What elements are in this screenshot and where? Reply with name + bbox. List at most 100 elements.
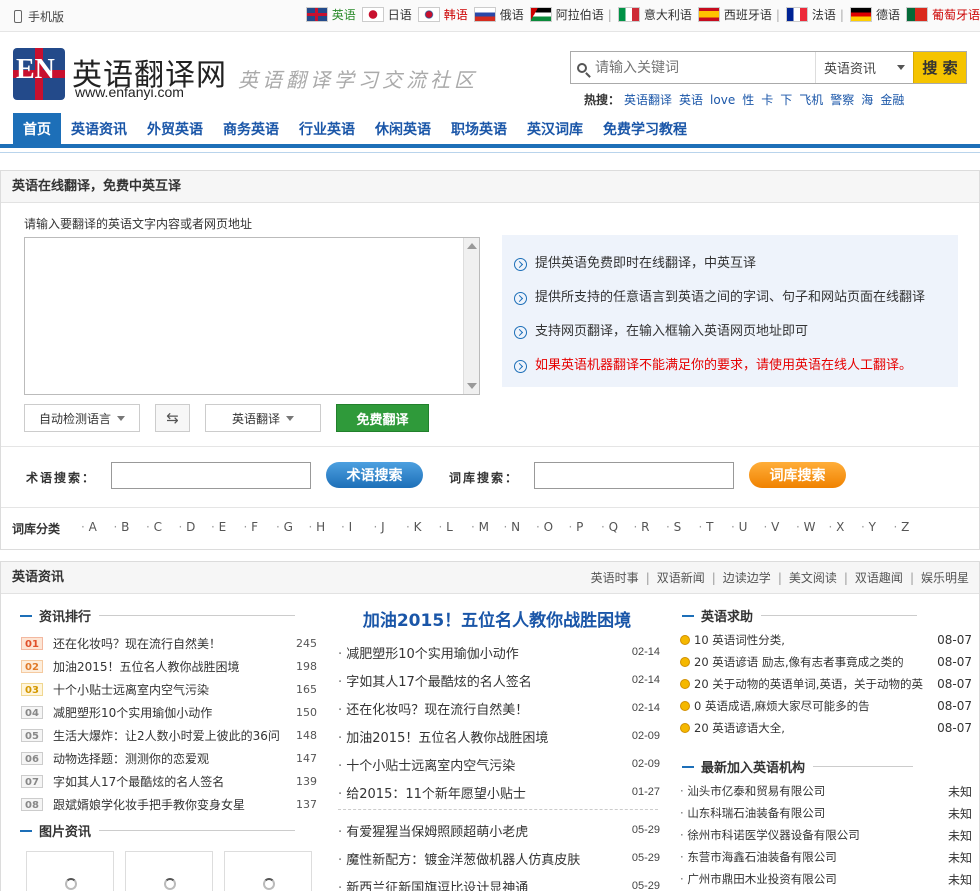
org-item[interactable]: 广州市鼎田木业投资有限公司未知 xyxy=(680,868,972,890)
qa-question[interactable]: 英语成语,麻烦大家尽可能多的告 xyxy=(705,699,870,713)
letter-link[interactable]: F xyxy=(244,520,277,534)
letter-link[interactable]: T xyxy=(699,520,732,534)
qa-title-link[interactable]: 20 关于动物的英语单词,英语，关于动物的英 xyxy=(694,676,932,692)
ranking-title-link[interactable]: 字如其人17个最酷炫的名人签名 xyxy=(53,773,293,790)
news-title-link[interactable]: 字如其人17个最酷炫的名人签名 xyxy=(338,671,622,690)
language-name[interactable]: 俄语 xyxy=(500,6,524,23)
hot-word-link[interactable]: 金融 xyxy=(880,93,904,107)
qa-item[interactable]: 20 英语谚语大全, 08-07 xyxy=(680,717,972,739)
news-item[interactable]: 十个小贴士远离室内空气污染 02-09 xyxy=(338,750,660,778)
news-title-link[interactable]: 十个小贴士远离室内空气污染 xyxy=(338,755,622,774)
mobile-version-link[interactable]: 手机版 xyxy=(14,8,64,25)
news-title-link[interactable]: 魔性新配方：镀金洋葱做机器人仿真皮肤 xyxy=(338,849,622,868)
ranking-title-link[interactable]: 还在化妆吗？现在流行自然美！ xyxy=(53,635,293,652)
site-logo[interactable]: EN xyxy=(13,48,65,100)
dict-search-button[interactable]: 词库搜索 xyxy=(749,462,846,488)
ranking-row[interactable]: 01 还在化妆吗？现在流行自然美！ 245 xyxy=(21,632,317,655)
language-name[interactable]: 法语 xyxy=(812,6,836,23)
qa-item[interactable]: 0 英语成语,麻烦大家尽可能多的告 08-07 xyxy=(680,695,972,717)
picture-thumb[interactable] xyxy=(26,851,114,891)
news-item[interactable]: 新西兰征新国旗逗比设计显神通 05-29 xyxy=(338,872,660,891)
qa-item[interactable]: 20 关于动物的英语单词,英语，关于动物的英 08-07 xyxy=(680,673,972,695)
qa-title-link[interactable]: 0 英语成语,麻烦大家尽可能多的告 xyxy=(694,698,932,714)
news-item[interactable]: 加油2015！五位名人教你战胜困境 02-09 xyxy=(338,722,660,750)
language-name[interactable]: 意大利语 xyxy=(644,6,692,23)
ranking-title-link[interactable]: 生活大爆炸：让2人数小时爱上彼此的36问 xyxy=(53,727,293,744)
textarea-scrollbar[interactable] xyxy=(463,238,479,394)
qa-title-link[interactable]: 20 英语谚语大全, xyxy=(694,720,932,736)
language-name[interactable]: 德语 xyxy=(876,6,900,23)
language-link-0[interactable]: 英语 xyxy=(305,6,356,23)
source-language-select[interactable]: 自动检测语言 xyxy=(24,404,140,432)
qa-question[interactable]: 英语词性分类, xyxy=(712,633,785,647)
headline-link[interactable]: 加油2015！五位名人教你战胜困境 xyxy=(336,606,658,631)
ranking-row[interactable]: 06 动物选择题：测测你的恋爱观 147 xyxy=(21,747,317,770)
letter-link[interactable]: D xyxy=(179,520,212,534)
hot-word-link[interactable]: 警察 xyxy=(830,93,854,107)
language-name[interactable]: 阿拉伯语 xyxy=(556,6,604,23)
ranking-title-link[interactable]: 减肥塑形10个实用瑜伽小动作 xyxy=(53,704,293,721)
language-link-2[interactable]: 韩语 xyxy=(417,6,468,23)
org-item[interactable]: 山东科瑞石油装备有限公司未知 xyxy=(680,802,972,824)
language-name[interactable]: 韩语 xyxy=(444,6,468,23)
subnav-link[interactable]: 娱乐明星 xyxy=(921,571,969,585)
ranking-title-link[interactable]: 跟斌婿娘学化妆手把手教你变身女星 xyxy=(53,796,293,813)
news-item[interactable]: 魔性新配方：镀金洋葱做机器人仿真皮肤 05-29 xyxy=(338,844,660,872)
nav-item-1[interactable]: 英语资讯 xyxy=(61,113,137,148)
letter-link[interactable]: Y xyxy=(861,520,894,534)
news-title-link[interactable]: 有爱猩猩当保姆照顾超萌小老虎 xyxy=(338,821,622,840)
language-name[interactable]: 英语 xyxy=(332,6,356,23)
news-title-link[interactable]: 加油2015！五位名人教你战胜困境 xyxy=(338,727,622,746)
nav-item-3[interactable]: 商务英语 xyxy=(213,113,289,148)
org-name-link[interactable]: 东营市海鑫石油装备有限公司 xyxy=(680,849,932,865)
ranking-row[interactable]: 04 减肥塑形10个实用瑜伽小动作 150 xyxy=(21,701,317,724)
hot-word-link[interactable]: 飞机 xyxy=(799,93,823,107)
qa-title-link[interactable]: 10 英语词性分类, xyxy=(694,632,932,648)
nav-item-8[interactable]: 免费学习教程 xyxy=(593,113,697,148)
letter-link[interactable]: Q xyxy=(601,520,634,534)
scroll-up-icon[interactable] xyxy=(467,243,477,249)
hot-word-link[interactable]: 英语 xyxy=(679,93,703,107)
language-link-3[interactable]: 俄语 xyxy=(473,6,524,23)
subnav-link[interactable]: 双语趣闻 xyxy=(855,571,903,585)
qa-question[interactable]: 关于动物的英语单词,英语，关于动物的英 xyxy=(712,677,923,691)
subnav-link[interactable]: 双语新闻 xyxy=(657,571,705,585)
org-name-link[interactable]: 山东科瑞石油装备有限公司 xyxy=(680,805,932,821)
ranking-row[interactable]: 03 十个小贴士远离室内空气污染 165 xyxy=(21,678,317,701)
nav-item-0[interactable]: 首页 xyxy=(13,113,61,148)
translate-textarea[interactable] xyxy=(24,237,480,395)
news-title-link[interactable]: 给2015：11个新年愿望小贴士 xyxy=(338,783,622,802)
nav-item-2[interactable]: 外贸英语 xyxy=(137,113,213,148)
letter-link[interactable]: X xyxy=(829,520,862,534)
hot-word-link[interactable]: 下 xyxy=(780,93,792,107)
letter-link[interactable]: J xyxy=(374,520,407,534)
news-item[interactable]: 有爱猩猩当保姆照顾超萌小老虎 05-29 xyxy=(338,816,660,844)
letter-link[interactable]: B xyxy=(114,520,147,534)
ranking-row[interactable]: 07 字如其人17个最酷炫的名人签名 139 xyxy=(21,770,317,793)
picture-thumb[interactable] xyxy=(125,851,213,891)
qa-title-link[interactable]: 20 英语谚语 励志,像有志者事竟成之类的 xyxy=(694,654,932,670)
swap-languages-icon[interactable]: ⇆ xyxy=(155,404,190,432)
news-title-link[interactable]: 减肥塑形10个实用瑜伽小动作 xyxy=(338,643,622,662)
hot-word-link[interactable]: 英语翻译 xyxy=(624,93,672,107)
language-link-6[interactable]: 西班牙语 xyxy=(697,6,772,23)
letter-link[interactable]: O xyxy=(536,520,569,534)
letter-link[interactable]: U xyxy=(731,520,764,534)
language-link-7[interactable]: 法语 xyxy=(785,6,836,23)
letter-link[interactable]: Z xyxy=(894,520,927,534)
letter-link[interactable]: A xyxy=(81,520,114,534)
nav-item-5[interactable]: 休闲英语 xyxy=(365,113,441,148)
subnav-link[interactable]: 美文阅读 xyxy=(789,571,837,585)
news-item[interactable]: 还在化妆吗？现在流行自然美！ 02-14 xyxy=(338,694,660,722)
search-button[interactable]: 搜 索 xyxy=(913,52,966,83)
language-link-5[interactable]: 意大利语 xyxy=(617,6,692,23)
hot-word-link[interactable]: love xyxy=(710,93,735,107)
letter-link[interactable]: K xyxy=(406,520,439,534)
language-link-4[interactable]: 阿拉伯语 xyxy=(529,6,604,23)
hot-word-link[interactable]: 海 xyxy=(861,93,873,107)
subnav-link[interactable]: 边读边学 xyxy=(723,571,771,585)
ranking-title-link[interactable]: 动物选择题：测测你的恋爱观 xyxy=(53,750,293,767)
letter-link[interactable]: L xyxy=(439,520,472,534)
term-search-button[interactable]: 术语搜索 xyxy=(326,462,423,488)
ranking-row[interactable]: 02 加油2015！五位名人教你战胜困境 198 xyxy=(21,655,317,678)
